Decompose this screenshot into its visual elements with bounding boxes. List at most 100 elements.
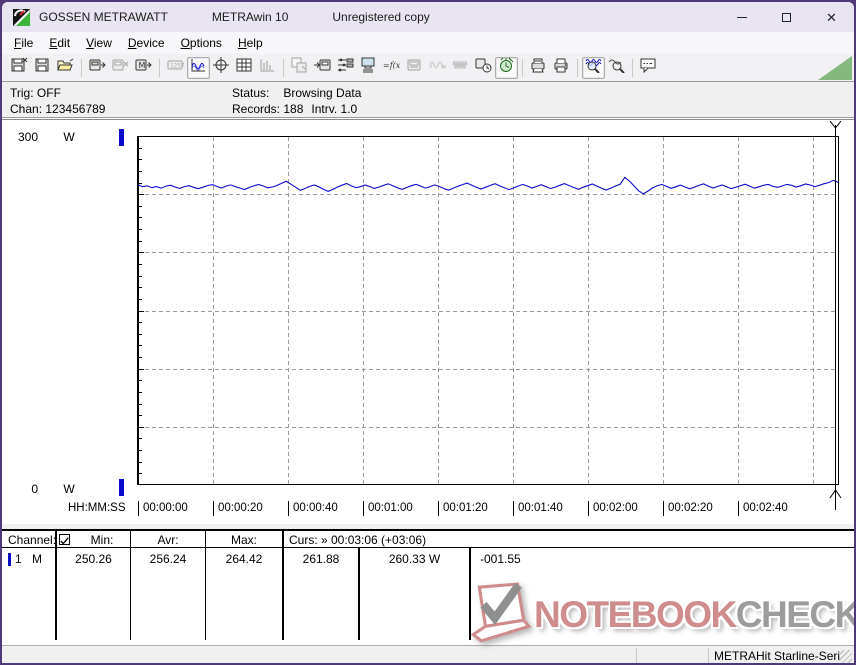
save-button[interactable] xyxy=(31,57,54,79)
channel-config-button[interactable] xyxy=(334,57,357,79)
measurement-cursor[interactable] xyxy=(835,125,836,510)
table-gridline xyxy=(130,531,131,640)
notebookcheck-laptop-icon xyxy=(470,582,532,643)
crosshair-cursor-button[interactable] xyxy=(210,57,233,79)
toolbar-separator xyxy=(159,58,160,77)
chart-view-icon xyxy=(190,57,207,78)
window-controls: ✕ xyxy=(719,2,854,32)
power-trace xyxy=(137,176,839,195)
maximize-icon xyxy=(782,12,791,22)
avr-column-header[interactable]: Avr: xyxy=(131,533,205,547)
x-tick-label: 00:02:00 xyxy=(588,501,638,516)
interval-value: 1.0 xyxy=(340,102,358,116)
watermark-text-secondary: CHECK xyxy=(735,593,856,635)
toolbar-corner-triangle-icon xyxy=(818,56,852,80)
menu-item-edit[interactable]: Edit xyxy=(41,34,78,52)
x-axis-labels: HH:MM:SS 00:00:00 00:00:20 00:00:40 00:01:0… xyxy=(2,501,854,517)
min-column-header[interactable]: Min: xyxy=(74,533,130,547)
y-unit-top: W xyxy=(63,130,75,144)
trigger-channel-info: Trig: OFF Chan: 123456789 xyxy=(10,85,105,117)
menu-item-device[interactable]: Device xyxy=(120,34,173,52)
toolbar-separator xyxy=(283,58,284,77)
crosshair-cursor-icon xyxy=(213,57,230,78)
x-tick-label: 00:00:40 xyxy=(288,501,338,516)
x-tick-label: 00:02:40 xyxy=(738,501,788,516)
chart-view-button[interactable] xyxy=(187,56,210,79)
avr-value: 256.24 xyxy=(149,552,187,566)
menu-item-view[interactable]: View xyxy=(78,34,120,52)
app-logo-icon xyxy=(13,8,30,26)
svg-text:=f(x): =f(x) xyxy=(383,61,400,70)
max-column-header[interactable]: Max: xyxy=(206,533,282,547)
numeric-display-icon: 1257 xyxy=(167,57,185,78)
channel-visibility-checkbox[interactable] xyxy=(59,534,70,545)
close-icon: ✕ xyxy=(826,9,837,25)
wave-multi-icon xyxy=(452,57,469,78)
channel-column-header: Channel: xyxy=(8,533,57,547)
toolbar-separator xyxy=(522,58,523,77)
table-view-button[interactable] xyxy=(233,57,256,79)
open-folder-button[interactable] xyxy=(54,57,77,79)
interval-label: Intrv. xyxy=(311,102,338,116)
device-panel-button xyxy=(403,57,426,79)
cursor-column-header: Curs: » 00:03:06 (+03:06) xyxy=(289,533,427,547)
toolbar-separator xyxy=(577,58,578,77)
cursor-handle-top-icon[interactable] xyxy=(829,121,842,134)
alarm-timer-button[interactable] xyxy=(495,56,518,79)
device-memory-icon: M xyxy=(135,57,152,78)
table-gridline xyxy=(55,531,57,640)
table-view-icon xyxy=(236,57,253,78)
menu-item-options[interactable]: Options xyxy=(173,34,230,52)
device-memory-button[interactable]: M xyxy=(132,57,155,79)
zoom-time-button[interactable] xyxy=(582,56,605,79)
app-vendor-title: GOSSEN METRAWATT xyxy=(39,10,168,24)
trig-value: OFF xyxy=(36,86,61,100)
app-name-title: METRAwin 10 xyxy=(211,10,289,24)
status-bar: METRAHit Starline-Seri xyxy=(2,645,854,663)
notebookcheck-watermark: NOTEBOOK CHECK xyxy=(468,582,856,646)
time-settings-button[interactable] xyxy=(472,57,495,79)
maximize-button[interactable] xyxy=(764,2,809,32)
cursor-value-b: 260.33 W xyxy=(388,552,441,566)
zoom-curve-button[interactable] xyxy=(605,57,628,79)
y-unit-bottom: W xyxy=(63,482,75,496)
print-preview-icon xyxy=(530,57,547,78)
x-tick-label: 00:01:40 xyxy=(513,501,563,516)
print-preview-button[interactable] xyxy=(527,57,550,79)
numeric-display-button: 1257 xyxy=(164,57,187,79)
table-gridline xyxy=(205,531,206,640)
svg-text:1257: 1257 xyxy=(170,63,184,70)
plot-area[interactable] xyxy=(137,136,839,485)
channel-mode: M xyxy=(32,552,42,566)
formula-button[interactable]: =f(x) xyxy=(380,57,403,79)
menu-item-help[interactable]: Help xyxy=(230,34,271,52)
x-tick-label: 00:00:20 xyxy=(213,501,263,516)
device-read-icon xyxy=(89,57,106,78)
y-axis-max-label: 300 W xyxy=(8,130,75,144)
connected-device-label: METRAHit Starline-Seri xyxy=(714,649,841,663)
max-value: 264.42 xyxy=(225,552,263,566)
minimize-button[interactable] xyxy=(719,2,764,32)
minimize-icon xyxy=(736,16,747,18)
zoom-time-icon xyxy=(585,57,602,78)
print-button[interactable] xyxy=(550,57,573,79)
comment-button[interactable] xyxy=(637,57,660,79)
copy-view-icon xyxy=(291,57,308,78)
statusbar-separator xyxy=(708,648,709,663)
resize-grip[interactable] xyxy=(839,650,852,663)
statusbar-separator xyxy=(636,648,637,663)
device-read-button[interactable] xyxy=(86,57,109,79)
status-label: Status: xyxy=(232,86,270,100)
export-device-button[interactable] xyxy=(311,57,334,79)
x-tick-label: 00:01:20 xyxy=(438,501,488,516)
channel-color-bar xyxy=(8,553,11,566)
menu-item-file[interactable]: File xyxy=(6,34,41,52)
cursor-handle-bottom-icon[interactable] xyxy=(829,486,842,499)
y-max-value: 300 xyxy=(17,130,38,144)
monitor-config-button[interactable] xyxy=(357,57,380,79)
save-as-button[interactable] xyxy=(8,57,31,79)
print-icon xyxy=(553,57,570,78)
menu-bar: File Edit View Device Options Help xyxy=(2,32,854,54)
comment-icon xyxy=(640,57,657,78)
close-button[interactable]: ✕ xyxy=(809,2,854,32)
